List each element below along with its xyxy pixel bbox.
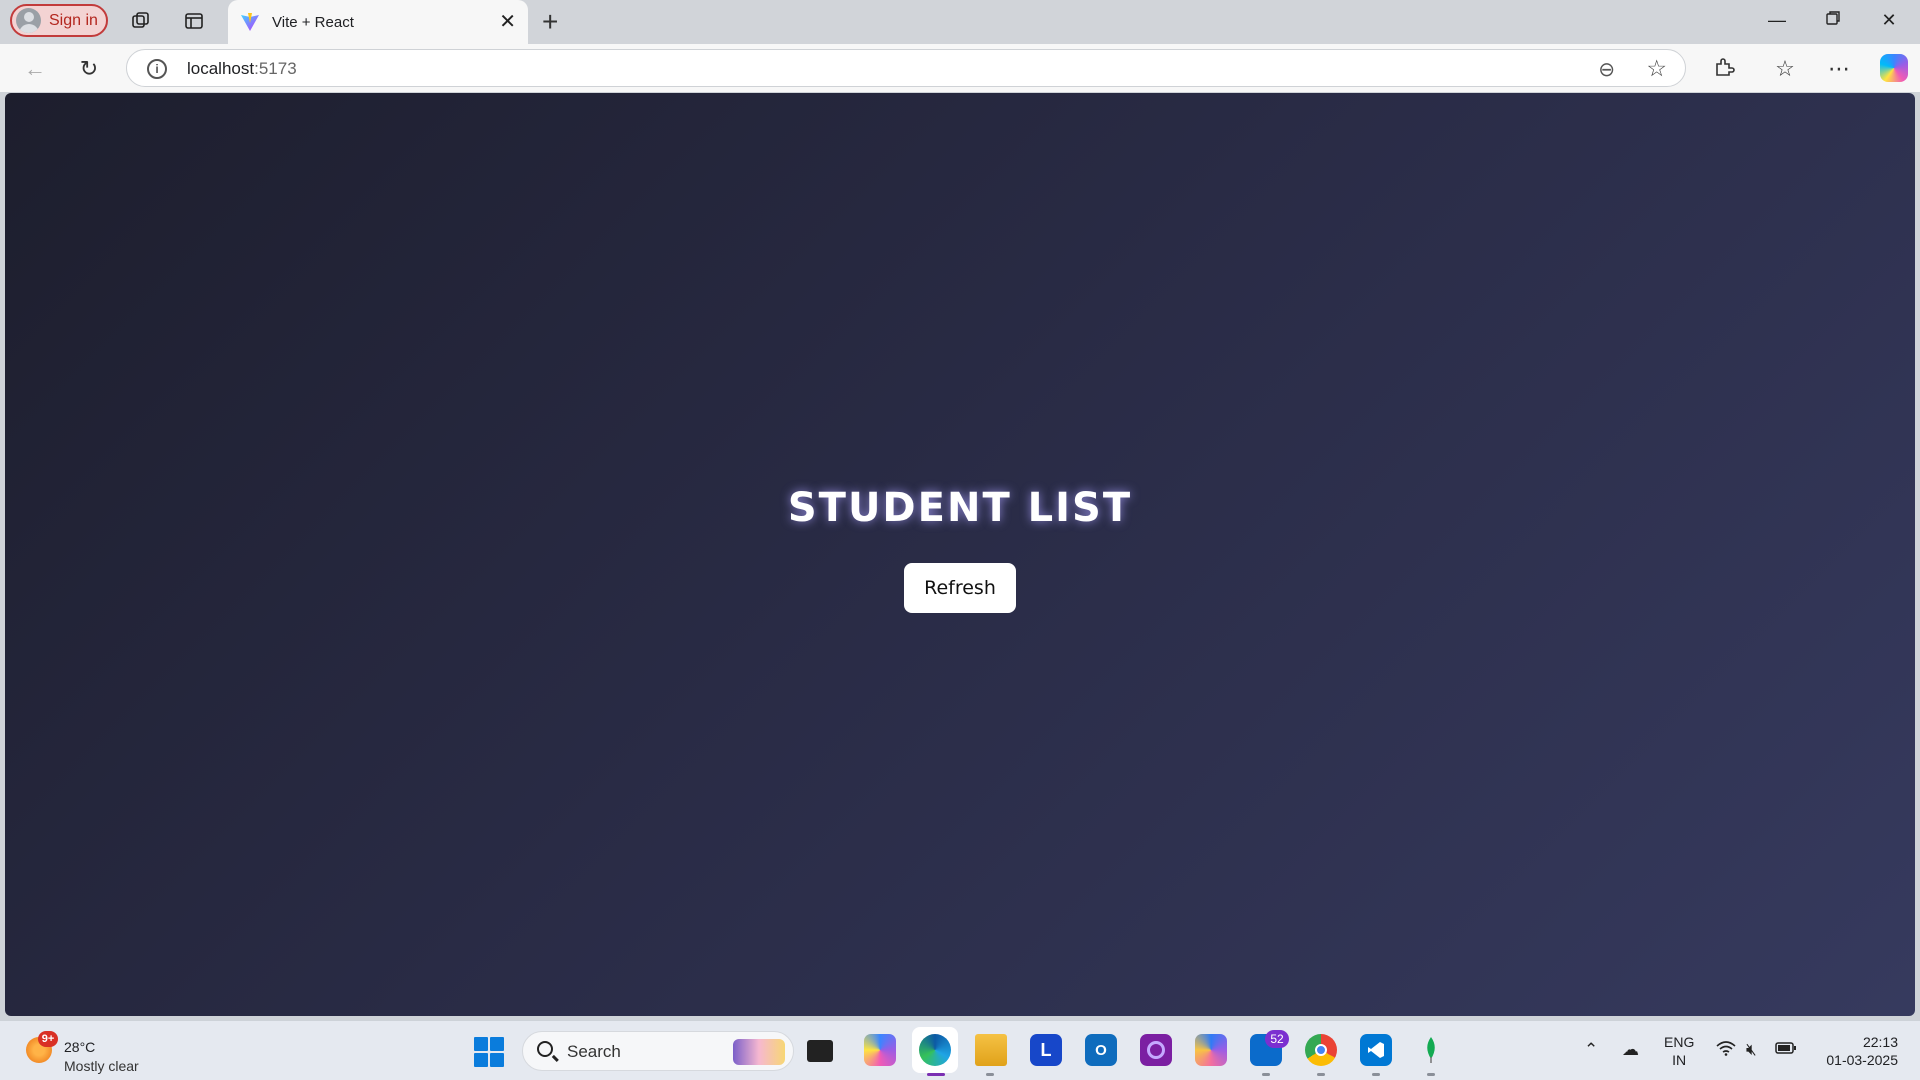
browser-titlebar: Sign in Vite + React ✕ + — ✕ xyxy=(0,0,1920,44)
weather-widget[interactable]: 9+ 28°C Mostly clear xyxy=(20,1029,160,1074)
favorites-icon[interactable]: ☆ xyxy=(1772,56,1798,82)
language-code: ENG xyxy=(1664,1034,1695,1050)
start-tile xyxy=(490,1053,504,1067)
sign-in-label: Sign in xyxy=(49,11,98,29)
search-label: Search xyxy=(567,1042,621,1061)
url-host: localhost xyxy=(187,59,255,78)
address-bar[interactable]: i localhost:5173 ⊖ ☆ xyxy=(126,49,1686,87)
site-info-icon[interactable]: i xyxy=(147,59,167,79)
extensions-icon[interactable] xyxy=(1711,56,1737,82)
edge-app-icon[interactable] xyxy=(912,1027,958,1073)
clock-time: 22:13 xyxy=(1862,1034,1898,1050)
chrome-center xyxy=(1315,1044,1327,1056)
weather-badge: 9+ xyxy=(38,1031,58,1047)
notification-count-badge: 52 xyxy=(1265,1030,1289,1048)
vscode-icon[interactable] xyxy=(1360,1034,1392,1066)
chrome-indicator xyxy=(1317,1073,1325,1076)
more-menu-icon[interactable]: ⋯ xyxy=(1826,56,1852,82)
file-explorer-icon[interactable] xyxy=(975,1034,1007,1066)
restore-icon[interactable] xyxy=(1821,10,1845,34)
tab-vite-react[interactable]: Vite + React ✕ xyxy=(228,0,528,44)
taskbar: 9+ 28°C Mostly clear Search L O 52 ⌃ ☁ E… xyxy=(0,1020,1920,1080)
close-window-icon[interactable]: ✕ xyxy=(1877,10,1901,34)
search-highlight-icon xyxy=(733,1039,785,1065)
browser-toolbar: ← ↻ i localhost:5173 ⊖ ☆ ☆ ⋯ xyxy=(0,44,1920,92)
edge-logo xyxy=(919,1034,951,1066)
temperature: 28°C xyxy=(64,1039,96,1055)
vite-logo-icon xyxy=(241,13,259,31)
start-tile xyxy=(490,1037,504,1051)
mongodb-indicator xyxy=(1427,1073,1435,1076)
m365-icon[interactable] xyxy=(1195,1034,1227,1066)
chrome-icon[interactable] xyxy=(1305,1034,1337,1066)
task-view-icon[interactable] xyxy=(807,1040,833,1062)
reload-icon[interactable]: ↻ xyxy=(76,56,102,82)
store-indicator xyxy=(1262,1073,1270,1076)
sign-in-button[interactable]: Sign in xyxy=(10,4,108,37)
onedrive-offline-icon[interactable]: ☁ xyxy=(1622,1040,1639,1060)
edge-active-indicator xyxy=(927,1073,945,1076)
wifi-icon[interactable] xyxy=(1716,1040,1736,1061)
explorer-indicator xyxy=(986,1073,994,1076)
vscode-indicator xyxy=(1372,1073,1380,1076)
close-tab-icon[interactable]: ✕ xyxy=(499,12,516,32)
battery-icon[interactable] xyxy=(1775,1040,1797,1060)
profile-avatar-icon xyxy=(16,8,41,33)
page-viewport: STUDENT LIST Refresh xyxy=(5,93,1915,1016)
cortana-icon[interactable] xyxy=(1140,1034,1172,1066)
tab-title: Vite + React xyxy=(272,13,354,31)
minimize-icon[interactable]: — xyxy=(1765,10,1789,34)
workspaces-icon[interactable] xyxy=(130,10,152,32)
outlook-icon[interactable]: O xyxy=(1085,1034,1117,1066)
system-clock[interactable]: 22:13 01-03-2025 xyxy=(1812,1033,1898,1069)
start-tile xyxy=(474,1053,488,1067)
start-button-icon[interactable] xyxy=(474,1037,504,1067)
page-title: STUDENT LIST xyxy=(787,485,1133,531)
refresh-button[interactable]: Refresh xyxy=(904,563,1016,613)
vertical-tabs-icon[interactable] xyxy=(183,10,205,32)
copilot-icon[interactable] xyxy=(1880,54,1908,82)
clock-date: 01-03-2025 xyxy=(1826,1052,1898,1068)
weather-condition: Mostly clear xyxy=(64,1058,139,1074)
language-indicator[interactable]: ENG IN xyxy=(1664,1033,1694,1069)
l-app-icon[interactable]: L xyxy=(1030,1034,1062,1066)
url-text: localhost:5173 xyxy=(187,59,297,79)
zoom-out-icon[interactable]: ⊖ xyxy=(1598,57,1615,82)
start-tile xyxy=(474,1037,488,1051)
url-port: :5173 xyxy=(254,59,297,78)
taskbar-search[interactable]: Search xyxy=(522,1031,794,1071)
copilot-app-icon[interactable] xyxy=(864,1034,896,1066)
cortana-ring xyxy=(1147,1041,1165,1059)
region-code: IN xyxy=(1672,1052,1687,1068)
mongodb-icon[interactable] xyxy=(1415,1034,1447,1066)
show-hidden-icons-icon[interactable]: ⌃ xyxy=(1584,1040,1598,1060)
new-tab-icon[interactable]: + xyxy=(542,6,558,38)
favorite-star-icon[interactable]: ☆ xyxy=(1646,55,1667,82)
back-icon[interactable]: ← xyxy=(22,56,48,82)
volume-muted-icon[interactable]: 🔇︎ xyxy=(1746,1040,1757,1060)
search-icon xyxy=(537,1041,553,1057)
